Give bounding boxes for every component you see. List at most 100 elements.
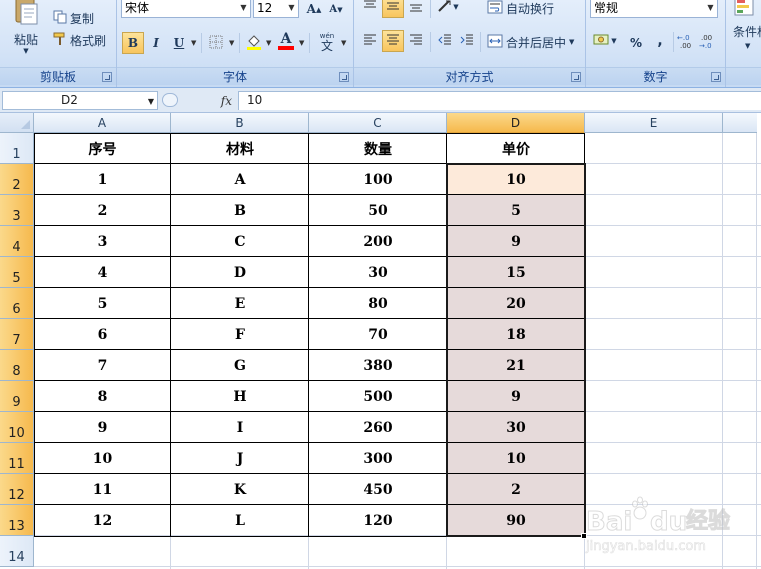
table-cell[interactable]: 30 (309, 257, 447, 288)
shrink-font-button[interactable]: A ▼ (325, 0, 347, 20)
italic-button[interactable]: I (145, 32, 167, 54)
table-cell[interactable]: 2 (34, 195, 171, 226)
table-cell[interactable]: I (171, 412, 309, 443)
font-name-select[interactable]: 宋体 ▼ (121, 0, 251, 18)
decrease-indent-button[interactable] (434, 30, 456, 52)
font-size-select[interactable]: 12 ▼ (253, 0, 299, 18)
accounting-format-button[interactable]: ▼ (590, 30, 620, 52)
table-cell[interactable]: 1 (34, 164, 171, 195)
table-cell[interactable]: 2 (447, 474, 585, 505)
chevron-down-icon[interactable]: ▼ (229, 39, 234, 47)
row-header[interactable]: 13 (0, 505, 34, 536)
row-header[interactable]: 3 (0, 195, 34, 226)
borders-button[interactable] (205, 32, 227, 54)
table-cell[interactable]: 5 (34, 288, 171, 319)
row-header[interactable]: 4 (0, 226, 34, 257)
chevron-down-icon[interactable]: ▼ (266, 39, 271, 47)
table-cell[interactable]: 9 (447, 381, 585, 412)
table-cell[interactable]: 20 (447, 288, 585, 319)
table-cell[interactable]: 9 (447, 226, 585, 257)
table-cell[interactable]: G (171, 350, 309, 381)
number-launcher-icon[interactable] (711, 72, 721, 82)
format-painter-button[interactable]: 格式刷 (50, 29, 109, 51)
formula-splitter[interactable] (162, 93, 178, 107)
table-cell[interactable]: 8 (34, 381, 171, 412)
row-header[interactable]: 6 (0, 288, 34, 319)
font-color-button[interactable]: A (275, 30, 297, 52)
orientation-button[interactable]: ▼ (434, 0, 462, 18)
align-left-button[interactable] (359, 30, 381, 52)
table-cell[interactable]: J (171, 443, 309, 474)
column-header-f[interactable] (723, 113, 757, 133)
table-cell[interactable]: 120 (309, 505, 447, 536)
formula-input[interactable]: 10 (238, 91, 761, 110)
increase-indent-button[interactable] (456, 30, 478, 52)
table-cell[interactable]: 5 (447, 195, 585, 226)
table-cell[interactable]: 10 (447, 164, 585, 195)
align-middle-button[interactable] (382, 0, 404, 18)
table-cell[interactable]: 9 (34, 412, 171, 443)
row-header[interactable]: 7 (0, 319, 34, 350)
table-cell[interactable]: 500 (309, 381, 447, 412)
table-cell[interactable]: D (171, 257, 309, 288)
table-cell[interactable]: 200 (309, 226, 447, 257)
table-cell[interactable]: E (171, 288, 309, 319)
row-header[interactable]: 1 (0, 133, 34, 164)
table-cell[interactable]: 450 (309, 474, 447, 505)
number-format-select[interactable]: 常规 ▼ (590, 0, 718, 18)
column-header-d[interactable]: D (447, 113, 585, 133)
table-cell[interactable]: 18 (447, 319, 585, 350)
table-cell[interactable]: 7 (34, 350, 171, 381)
column-header-e[interactable]: E (585, 113, 723, 133)
chevron-down-icon[interactable]: ▼ (299, 39, 304, 47)
table-cell[interactable]: 70 (309, 319, 447, 350)
row-header[interactable]: 10 (0, 412, 34, 443)
font-launcher-icon[interactable] (339, 72, 349, 82)
header-cell[interactable]: 单价 (447, 133, 585, 164)
row-header[interactable]: 14 (0, 536, 34, 567)
column-header-b[interactable]: B (171, 113, 309, 133)
bold-button[interactable]: B (122, 32, 144, 54)
conditional-formatting-button[interactable]: 条件格 ▼ (730, 0, 761, 54)
table-cell[interactable]: 6 (34, 319, 171, 350)
table-cell[interactable]: H (171, 381, 309, 412)
name-box[interactable]: D2 ▼ (2, 91, 158, 110)
underline-button[interactable]: U (168, 32, 190, 54)
table-cell[interactable]: 260 (309, 412, 447, 443)
header-cell[interactable]: 材料 (171, 133, 309, 164)
column-header-a[interactable]: A (34, 113, 171, 133)
table-cell[interactable]: 10 (34, 443, 171, 474)
align-bottom-button[interactable] (405, 0, 427, 18)
increase-decimal-button[interactable]: ←.0.00 (676, 31, 698, 53)
align-center-button[interactable] (382, 30, 404, 52)
table-cell[interactable]: 30 (447, 412, 585, 443)
percent-style-button[interactable]: % (625, 32, 647, 54)
align-top-button[interactable] (359, 0, 381, 18)
select-all-button[interactable] (0, 113, 34, 133)
table-cell[interactable]: 80 (309, 288, 447, 319)
chevron-down-icon[interactable]: ▼ (704, 0, 717, 17)
table-cell[interactable]: 380 (309, 350, 447, 381)
table-cell[interactable]: 15 (447, 257, 585, 288)
table-cell[interactable]: L (171, 505, 309, 536)
header-cell[interactable]: 序号 (34, 133, 171, 164)
chevron-down-icon[interactable]: ▼ (285, 0, 298, 17)
row-header[interactable]: 2 (0, 164, 34, 195)
chevron-down-icon[interactable]: ▼ (341, 39, 346, 47)
phonetic-guide-button[interactable]: wén 文 (314, 30, 340, 52)
header-cell[interactable]: 数量 (309, 133, 447, 164)
row-header[interactable]: 11 (0, 443, 34, 474)
table-cell[interactable]: F (171, 319, 309, 350)
clipboard-launcher-icon[interactable] (102, 72, 112, 82)
alignment-launcher-icon[interactable] (571, 72, 581, 82)
grow-font-button[interactable]: A ▲ (303, 0, 325, 20)
table-cell[interactable]: A (171, 164, 309, 195)
row-header[interactable]: 9 (0, 381, 34, 412)
table-cell[interactable]: B (171, 195, 309, 226)
chevron-down-icon[interactable]: ▼ (191, 39, 196, 47)
table-cell[interactable]: K (171, 474, 309, 505)
fill-color-button[interactable] (243, 32, 265, 54)
table-cell[interactable]: 90 (447, 505, 585, 536)
copy-button[interactable]: 复制 (50, 7, 97, 29)
wrap-text-button[interactable]: 自动换行 (484, 0, 557, 19)
